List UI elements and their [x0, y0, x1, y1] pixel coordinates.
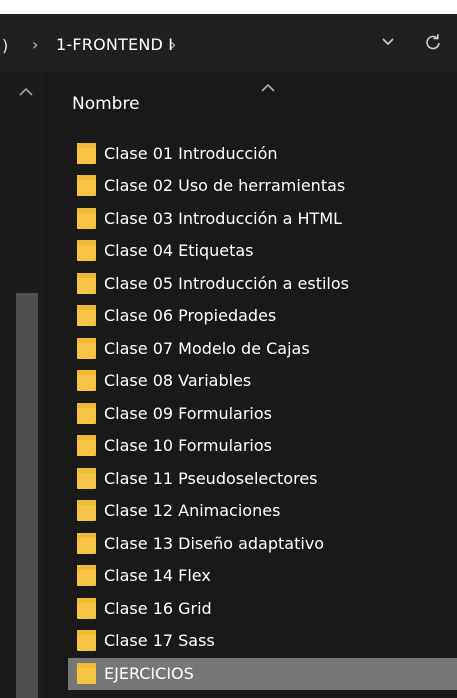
list-item-label: Clase 13 Diseño adaptativo — [104, 534, 325, 553]
folder-icon — [77, 598, 96, 619]
folder-icon — [77, 208, 96, 229]
chevron-down-icon[interactable] — [381, 36, 401, 54]
list-item-label: Clase 16 Grid — [104, 599, 212, 618]
folder-icon — [77, 175, 96, 196]
list-item-label: Clase 02 Uso de herramientas — [104, 176, 346, 195]
list-item[interactable]: Clase 04 Etiquetas — [68, 235, 457, 267]
folder-icon — [77, 240, 96, 261]
folder-icon — [77, 338, 96, 359]
window-top-edge — [0, 0, 457, 14]
nav-pane-scrollbar[interactable] — [16, 293, 38, 698]
list-item-label: Clase 04 Etiquetas — [104, 241, 254, 260]
list-item[interactable]: Clase 03 Introducción a HTML — [68, 203, 457, 235]
list-item[interactable]: Clase 05 Introducción a estilos — [68, 268, 457, 300]
folder-icon — [77, 273, 96, 294]
list-item[interactable]: Clase 02 Uso de herramientas — [68, 170, 457, 202]
list-item[interactable]: Clase 14 Flex — [68, 560, 457, 592]
list-item[interactable]: Clase 11 Pseudoselectores — [68, 463, 457, 495]
list-item-label: Clase 12 Animaciones — [104, 501, 281, 520]
list-item[interactable]: Clase 01 Introducción — [68, 138, 457, 170]
list-item[interactable]: Clase 09 Formularios — [68, 398, 457, 430]
list-item-label: Clase 11 Pseudoselectores — [104, 469, 318, 488]
breadcrumb-current-folder[interactable]: 1-FRONTEND I — [56, 35, 173, 54]
list-item[interactable]: Clase 16 Grid — [68, 593, 457, 625]
list-item-selected[interactable]: EJERCICIOS — [68, 658, 457, 690]
folder-icon — [77, 143, 96, 164]
list-item-label: Clase 14 Flex — [104, 566, 211, 585]
list-item-label: Clase 03 Introducción a HTML — [104, 209, 343, 228]
list-item-label: Clase 05 Introducción a estilos — [104, 274, 349, 293]
breadcrumb-expand-icon[interactable]: › — [170, 35, 176, 54]
breadcrumb-partial-segment[interactable]: ) — [2, 36, 8, 55]
list-item[interactable]: Clase 08 Variables — [68, 365, 457, 397]
list-item[interactable]: Clase 07 Modelo de Cajas — [68, 333, 457, 365]
folder-icon — [77, 630, 96, 651]
list-item-label: Clase 06 Propiedades — [104, 306, 277, 325]
folder-icon — [77, 370, 96, 391]
refresh-icon[interactable] — [421, 30, 445, 54]
list-item-label: Clase 17 Sass — [104, 631, 215, 650]
list-item-label: Clase 08 Variables — [104, 371, 252, 390]
folder-icon — [77, 435, 96, 456]
list-item-label: Clase 01 Introducción — [104, 144, 278, 163]
breadcrumb-separator-icon[interactable]: › — [32, 35, 38, 54]
folder-icon — [77, 305, 96, 326]
sort-ascending-icon[interactable] — [260, 83, 276, 93]
folder-icon — [77, 403, 96, 424]
list-item[interactable]: Clase 06 Propiedades — [68, 300, 457, 332]
list-item[interactable]: Clase 13 Diseño adaptativo — [68, 528, 457, 560]
file-list-pane[interactable]: Nombre Clase 01 Introducción Clase 02 Us… — [44, 72, 457, 698]
list-item[interactable]: Clase 12 Animaciones — [68, 495, 457, 527]
scroll-up-icon[interactable] — [18, 87, 34, 97]
file-explorer-window: ) › 1-FRONTEND I › Nombre Clase 01 Intro… — [0, 0, 457, 698]
list-item-label: Clase 09 Formularios — [104, 404, 272, 423]
address-bar[interactable]: ) › 1-FRONTEND I › — [0, 14, 457, 72]
list-item[interactable]: Clase 17 Sass — [68, 625, 457, 657]
list-item-label: Clase 07 Modelo de Cajas — [104, 339, 310, 358]
folder-icon — [77, 533, 96, 554]
column-header-name[interactable]: Nombre — [72, 94, 140, 114]
folder-icon — [77, 468, 96, 489]
list-item-label: EJERCICIOS — [104, 664, 194, 683]
list-item[interactable]: Clase 10 Formularios — [68, 430, 457, 462]
list-item-label: Clase 10 Formularios — [104, 436, 272, 455]
folder-icon — [77, 500, 96, 521]
folder-icon — [77, 565, 96, 586]
folder-icon — [77, 663, 96, 684]
navigation-pane[interactable] — [0, 72, 44, 698]
